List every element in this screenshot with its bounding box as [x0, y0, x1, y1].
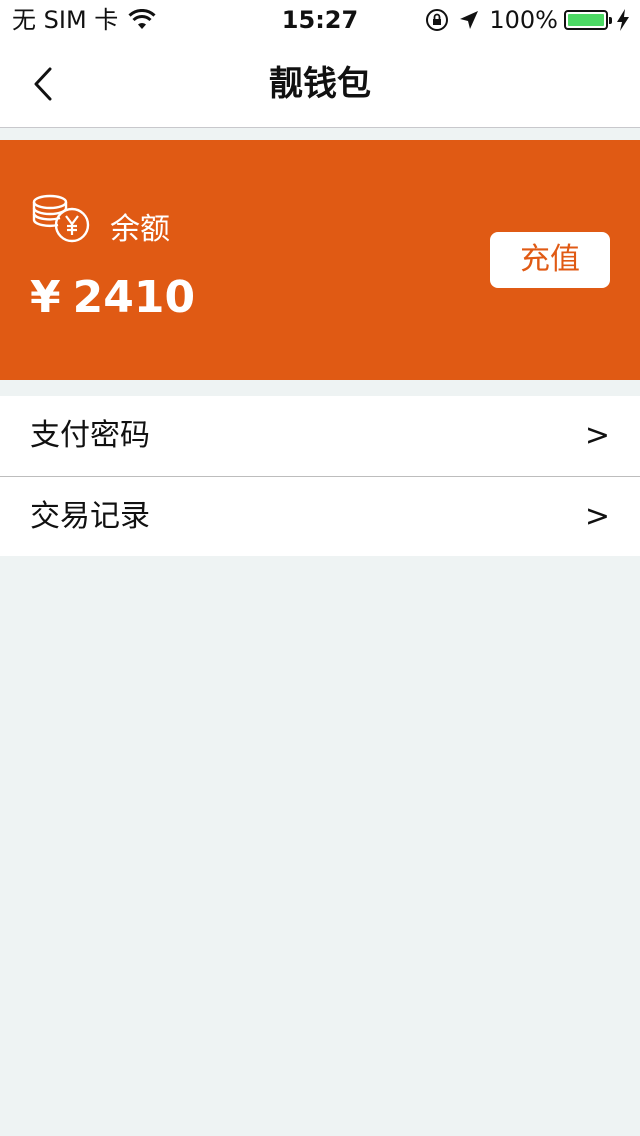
- balance-amount: ¥ 2410: [30, 272, 195, 324]
- nav-bar: 靓钱包: [0, 40, 640, 128]
- status-bar: 无 SIM 卡 15:27 100%: [0, 0, 640, 40]
- battery-icon: [564, 10, 612, 30]
- balance-card: 余额 ¥ 2410 充值: [0, 140, 640, 380]
- balance-label: 余额: [110, 212, 170, 247]
- chevron-right-icon: >: [584, 418, 610, 453]
- location-arrow-icon: [460, 11, 479, 29]
- recharge-button[interactable]: 充值: [490, 232, 610, 288]
- currency-symbol: ¥: [30, 272, 61, 323]
- menu-item-transaction-history[interactable]: 交易记录 >: [0, 476, 640, 556]
- chevron-right-icon: >: [584, 499, 610, 534]
- battery-level: [568, 14, 604, 26]
- page-title: 靓钱包: [269, 64, 371, 104]
- charging-bolt-icon: [617, 9, 629, 31]
- battery-percent: 100%: [489, 6, 558, 34]
- status-right: 100%: [425, 6, 630, 34]
- coins-yen-icon: [32, 194, 90, 243]
- menu-item-label: 交易记录: [30, 499, 150, 534]
- wallet-menu-list: 支付密码 > 交易记录 >: [0, 396, 640, 556]
- menu-item-label: 支付密码: [30, 418, 150, 453]
- balance-value: 2410: [72, 272, 196, 323]
- rotation-lock-icon: [426, 9, 449, 31]
- menu-item-payment-password[interactable]: 支付密码 >: [0, 396, 640, 476]
